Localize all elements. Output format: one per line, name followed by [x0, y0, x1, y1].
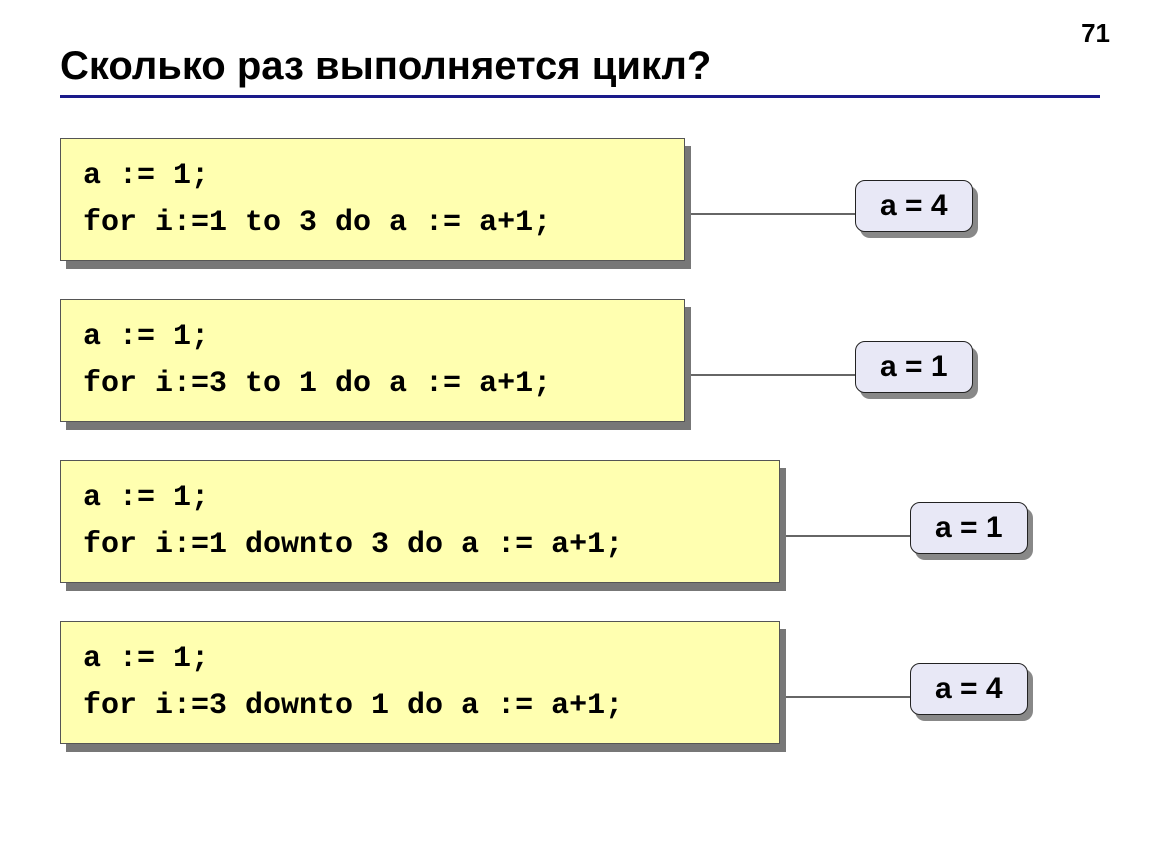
result-callout: a = 1 [910, 502, 1028, 554]
example-row: a := 1; for i:=3 downto 1 do a := a+1; a… [60, 621, 1100, 744]
result-callout: a = 1 [855, 341, 973, 393]
connector-line [685, 374, 855, 376]
example-row: a := 1; for i:=1 downto 3 do a := a+1; a… [60, 460, 1100, 583]
slide-page: 71 Сколько раз выполняется цикл? a := 1;… [0, 0, 1150, 864]
connector-line [780, 696, 910, 698]
page-number: 71 [1081, 18, 1110, 49]
example-row: a := 1; for i:=1 to 3 do a := a+1; a = 4 [60, 138, 1100, 261]
page-title: Сколько раз выполняется цикл? [60, 44, 1100, 89]
result-text: a = 4 [855, 180, 973, 232]
example-row: a := 1; for i:=3 to 1 do a := a+1; a = 1 [60, 299, 1100, 422]
connector-line [685, 213, 855, 215]
code-block: a := 1; for i:=3 downto 1 do a := a+1; [60, 621, 780, 744]
code-text: a := 1; for i:=1 to 3 do a := a+1; [60, 138, 685, 261]
result-text: a = 4 [910, 663, 1028, 715]
code-block: a := 1; for i:=1 to 3 do a := a+1; [60, 138, 685, 261]
code-text: a := 1; for i:=3 to 1 do a := a+1; [60, 299, 685, 422]
title-rule [60, 95, 1100, 98]
result-callout: a = 4 [910, 663, 1028, 715]
result-callout: a = 4 [855, 180, 973, 232]
result-text: a = 1 [855, 341, 973, 393]
code-text: a := 1; for i:=3 downto 1 do a := a+1; [60, 621, 780, 744]
connector-line [780, 535, 910, 537]
code-block: a := 1; for i:=3 to 1 do a := a+1; [60, 299, 685, 422]
result-text: a = 1 [910, 502, 1028, 554]
code-text: a := 1; for i:=1 downto 3 do a := a+1; [60, 460, 780, 583]
code-block: a := 1; for i:=1 downto 3 do a := a+1; [60, 460, 780, 583]
